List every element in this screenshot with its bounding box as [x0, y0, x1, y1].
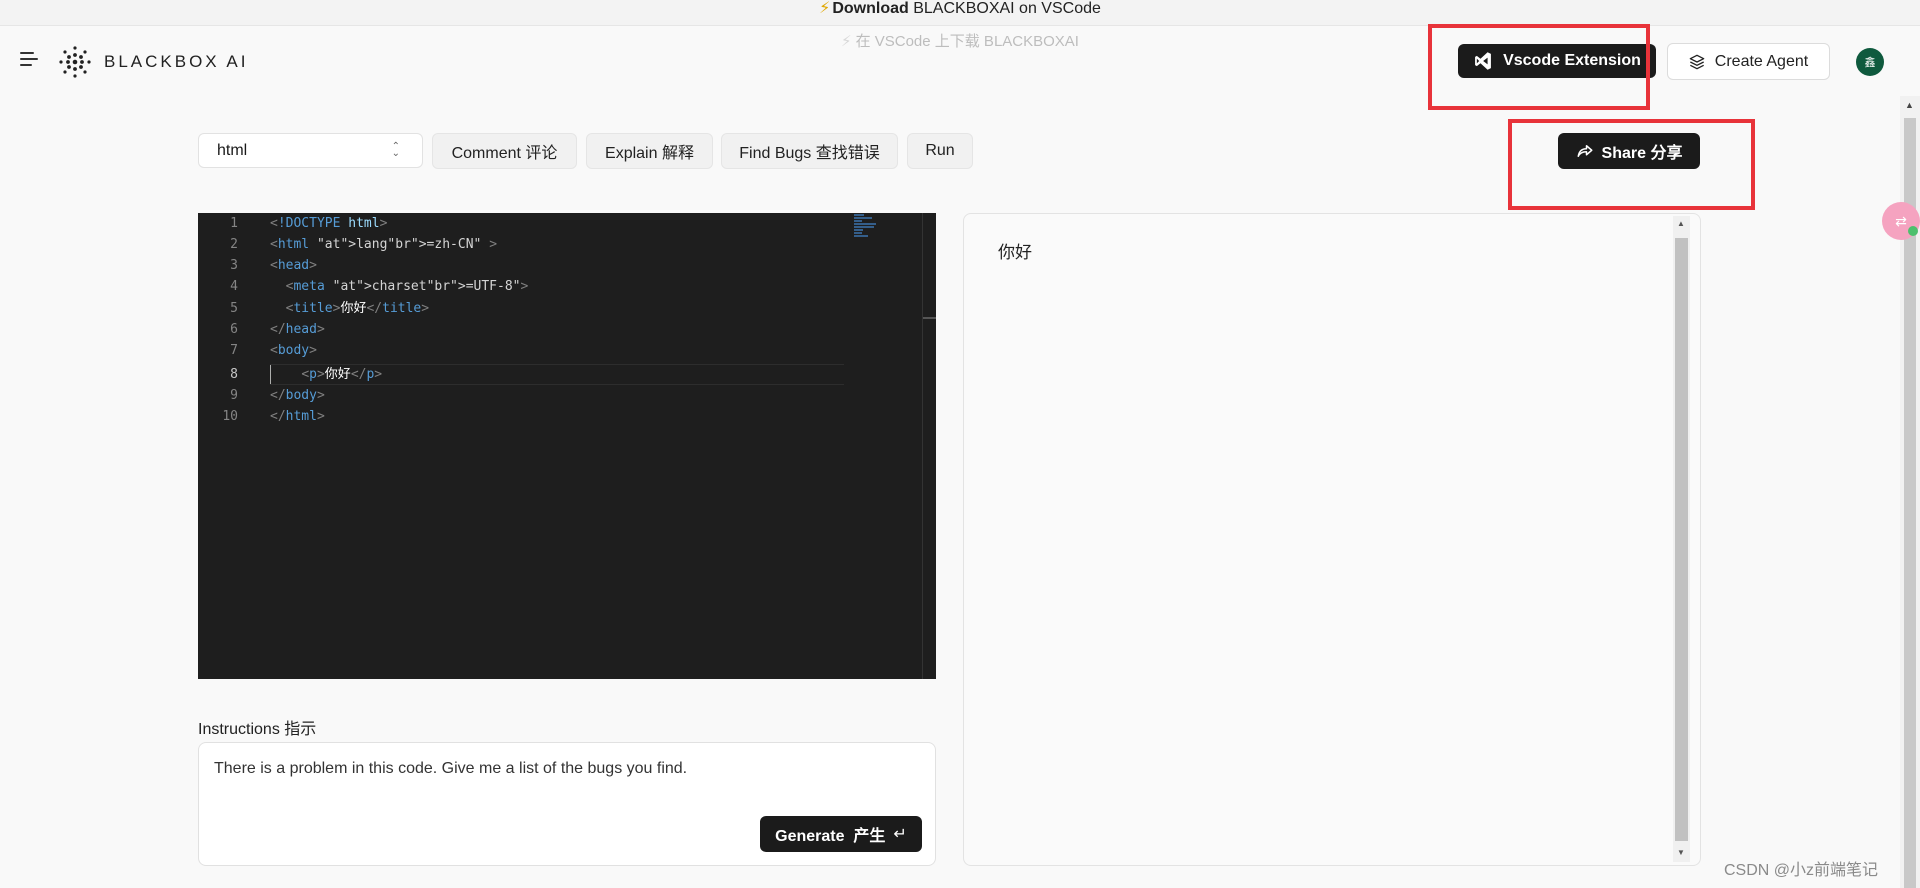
preview-paragraph: 你好 — [998, 243, 1032, 262]
vscode-extension-label: Vscode Extension — [1503, 52, 1641, 69]
scroll-up-arrow-icon[interactable]: ▲ — [1905, 100, 1914, 110]
scroll-up-arrow-icon[interactable]: ▲ — [1677, 219, 1685, 228]
create-agent-label: Create Agent — [1714, 52, 1809, 70]
preview-scrollbar[interactable]: ▲ ▼ — [1673, 216, 1690, 862]
vscode-extension-button[interactable]: Vscode Extension — [1458, 44, 1656, 78]
line-number: 7 — [230, 343, 238, 358]
run-button[interactable]: Run — [907, 133, 973, 169]
lightning-icon: ⚡ — [819, 0, 831, 17]
code-editor[interactable]: 1 2 3 4 5 6 7 8 9 10 <!DOCTYPE html> <ht… — [198, 213, 936, 679]
output-preview: 你好 ▲ ▼ — [963, 213, 1701, 866]
subbanner-text: 在 VSCode 上下载 BLACKBOXAI — [855, 33, 1079, 50]
scroll-down-arrow-icon[interactable]: ▼ — [1677, 848, 1685, 857]
layers-icon — [1689, 54, 1705, 69]
comment-button[interactable]: Comment 评论 — [432, 133, 577, 169]
code-line[interactable]: </html> — [270, 406, 325, 427]
share-button[interactable]: Share 分享 — [1558, 133, 1700, 169]
code-line[interactable]: <meta "at">charset"br">=UTF-8"> — [270, 276, 529, 297]
explain-button-label: Explain 解释 — [605, 145, 694, 162]
code-line[interactable]: <body> — [270, 340, 317, 361]
blackbox-logo-icon — [59, 46, 91, 78]
create-agent-button[interactable]: Create Agent — [1667, 43, 1830, 80]
share-button-label: Share 分享 — [1601, 145, 1683, 162]
generate-button-label: Generate 产生 — [775, 828, 886, 845]
code-line[interactable]: </body> — [270, 385, 325, 406]
language-select-value: html — [217, 141, 248, 159]
vscode-icon — [1475, 52, 1491, 70]
download-banner[interactable]: ⚡ Download BLACKBOXAI on VSCode — [0, 0, 1920, 26]
line-number: 10 — [222, 409, 238, 424]
code-line[interactable]: </head> — [270, 319, 325, 340]
share-arrow-icon — [1577, 145, 1593, 157]
user-avatar[interactable]: 鑫 — [1856, 48, 1884, 76]
preview-scroll-thumb[interactable] — [1675, 238, 1688, 841]
language-select[interactable]: html ⌃ ⌄ — [198, 133, 423, 168]
hamburger-menu-icon[interactable] — [20, 52, 40, 68]
line-number-active: 8 — [230, 367, 238, 382]
brand-logo[interactable]: BLACKBOX AI — [58, 45, 249, 79]
line-number: 6 — [230, 322, 238, 337]
code-line[interactable]: <!DOCTYPE html> — [270, 213, 387, 234]
chevron-updown-icon: ⌃ ⌄ — [391, 141, 400, 159]
editor-minimap[interactable] — [854, 213, 914, 253]
run-button-label: Run — [925, 142, 955, 159]
code-line[interactable]: <html "at">lang"br">=zh-CN" > — [270, 234, 497, 255]
generate-button[interactable]: Generate 产生 ↵ — [760, 816, 922, 852]
comment-button-label: Comment 评论 — [451, 145, 558, 162]
instructions-label: Instructions 指示 — [198, 721, 317, 738]
code-line[interactable]: <title>你好</title> — [270, 298, 429, 319]
lightning-icon: ⚡ — [841, 33, 852, 50]
status-dot-icon — [1908, 226, 1918, 236]
code-line[interactable]: <p>你好</p> — [270, 364, 382, 385]
watermark: CSDN @小z前端笔记 — [1724, 862, 1879, 879]
explain-button[interactable]: Explain 解释 — [586, 133, 713, 169]
line-number: 9 — [230, 388, 238, 403]
banner-text: BLACKBOXAI on VSCode — [913, 0, 1101, 17]
instructions-input-value[interactable]: There is a problem in this code. Give me… — [214, 760, 914, 778]
find-bugs-button[interactable]: Find Bugs 查找错误 — [721, 133, 898, 169]
editor-scrollbar[interactable] — [922, 213, 936, 679]
code-line[interactable]: <head> — [270, 255, 317, 276]
banner-bold-text: Download — [832, 0, 909, 17]
scrollbar-position-mark — [923, 317, 936, 319]
find-bugs-button-label: Find Bugs 查找错误 — [739, 145, 880, 162]
return-key-icon: ↵ — [893, 826, 907, 843]
line-number: 3 — [230, 258, 238, 273]
line-number: 5 — [230, 301, 238, 316]
line-number: 2 — [230, 237, 238, 252]
line-number: 4 — [230, 279, 238, 294]
line-number: 1 — [230, 216, 238, 231]
brand-name: BLACKBOX AI — [104, 52, 249, 71]
translate-float-icon[interactable]: ⇄ — [1882, 202, 1920, 240]
translate-glyph-icon: ⇄ — [1895, 212, 1907, 229]
line-number-gutter: 1 2 3 4 5 6 7 8 9 10 — [198, 213, 248, 679]
